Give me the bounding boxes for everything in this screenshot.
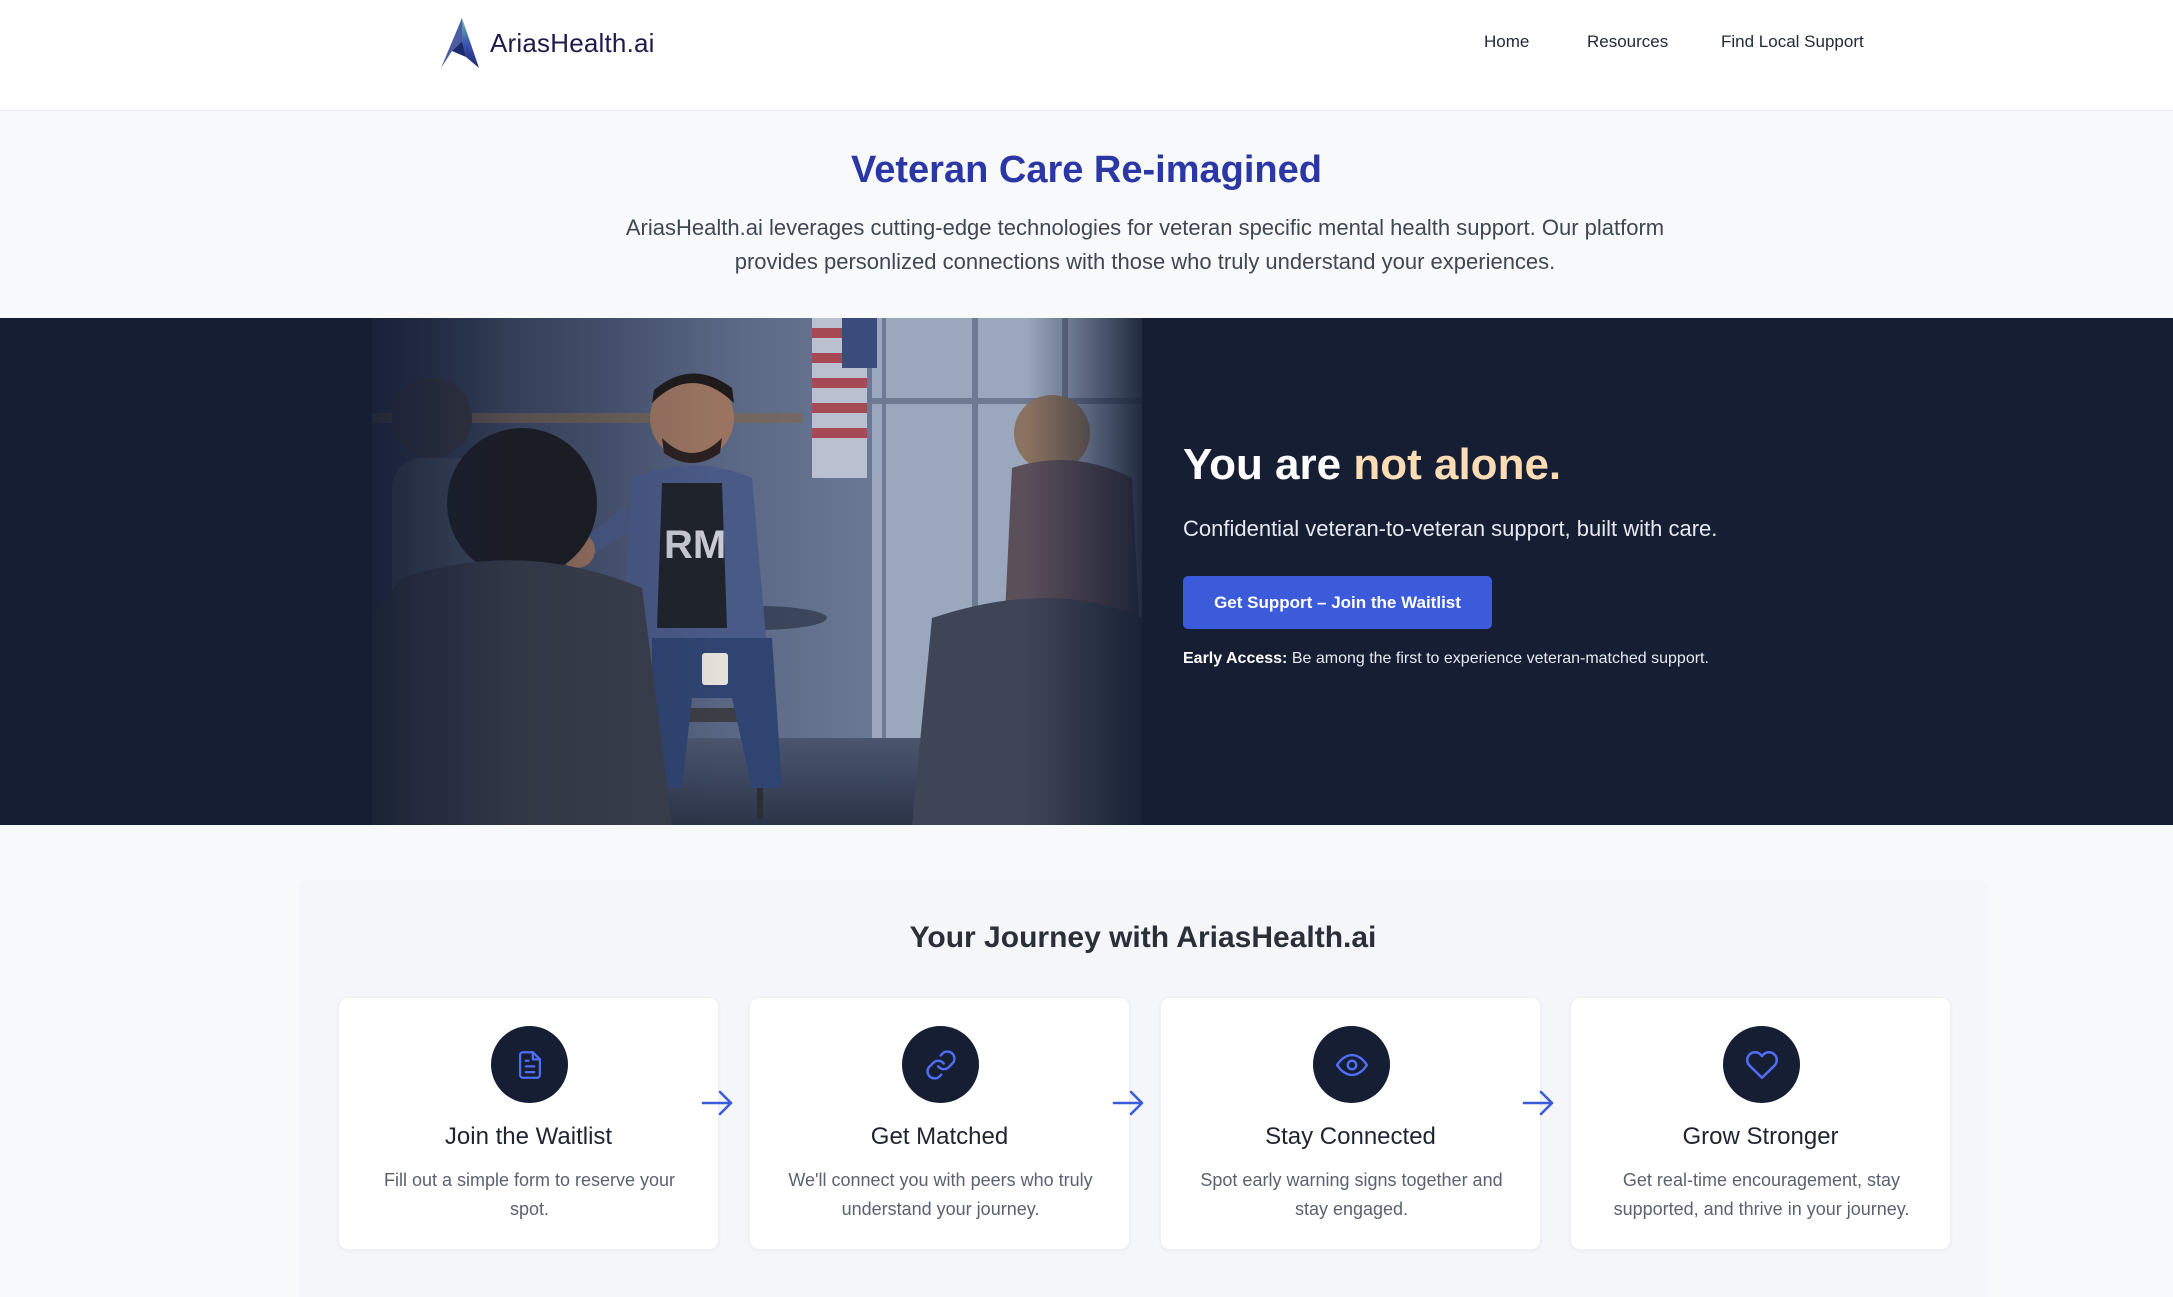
journey-title: Your Journey with AriasHealth.ai [909,921,1377,954]
hero-title-accent: not alone. [1353,440,1562,489]
step-title: Get Matched [870,1123,1009,1150]
link-icon [902,1026,979,1103]
intro-section: Veteran Care Re-imagined AriasHealth.ai … [0,111,2173,318]
step-title: Grow Stronger [1682,1123,1839,1150]
step-description: Fill out a simple form to reserve your s… [383,1170,676,1219]
logo-mark-icon [441,18,479,68]
journey-step-card: Grow Stronger Get real-time encouragemen… [1570,997,1951,1250]
arrow-right-icon [1522,1090,1554,1116]
early-access-note: Early Access: Be among the first to expe… [1183,650,1709,668]
eye-icon [1313,1026,1390,1103]
arrow-right-icon [701,1090,733,1116]
hero-subtitle: Confidential veteran-to-veteran support,… [1183,516,1718,541]
step-title: Stay Connected [1265,1123,1436,1150]
photo-gradient-overlay [372,318,1142,825]
join-waitlist-button[interactable]: Get Support – Join the Waitlist [1183,576,1492,629]
logo-text: AriasHealth.ai [490,27,655,58]
document-icon [491,1026,568,1103]
intro-description: AriasHealth.ai leverages cutting-edge te… [625,215,1665,274]
hero-title-plain: You are [1183,440,1354,489]
logo[interactable]: AriasHealth.ai [440,16,655,70]
journey-step-card: Stay Connected Spot early warning signs … [1160,997,1541,1250]
heart-icon [1723,1026,1800,1103]
hero-section: RM You are not alone. Confidential veter… [0,318,2173,825]
hero-title: You are not alone. [1183,440,1561,490]
hero-photo: RM [372,318,1142,825]
early-access-text: Be among the first to experience veteran… [1287,650,1709,667]
step-description: We'll connect you with peers who truly u… [788,1170,1093,1219]
intro-title: Veteran Care Re-imagined [851,149,1322,191]
journey-section: Your Journey with AriasHealth.ai Join th… [298,880,1988,1297]
site-header: AriasHealth.ai Home Resources Find Local… [0,0,2173,111]
nav-find-local-support[interactable]: Find Local Support [1721,32,1864,52]
step-title: Join the Waitlist [444,1123,613,1150]
arrow-right-icon [1112,1090,1144,1116]
nav-resources[interactable]: Resources [1587,32,1668,52]
step-description: Get real-time encouragement, stay suppor… [1613,1170,1910,1219]
nav-home[interactable]: Home [1484,32,1529,52]
journey-step-card: Get Matched We'll connect you with peers… [749,997,1130,1250]
step-description: Spot early warning signs together and st… [1200,1170,1503,1219]
early-access-label: Early Access: [1183,650,1288,667]
journey-step-card: Join the Waitlist Fill out a simple form… [338,997,719,1250]
